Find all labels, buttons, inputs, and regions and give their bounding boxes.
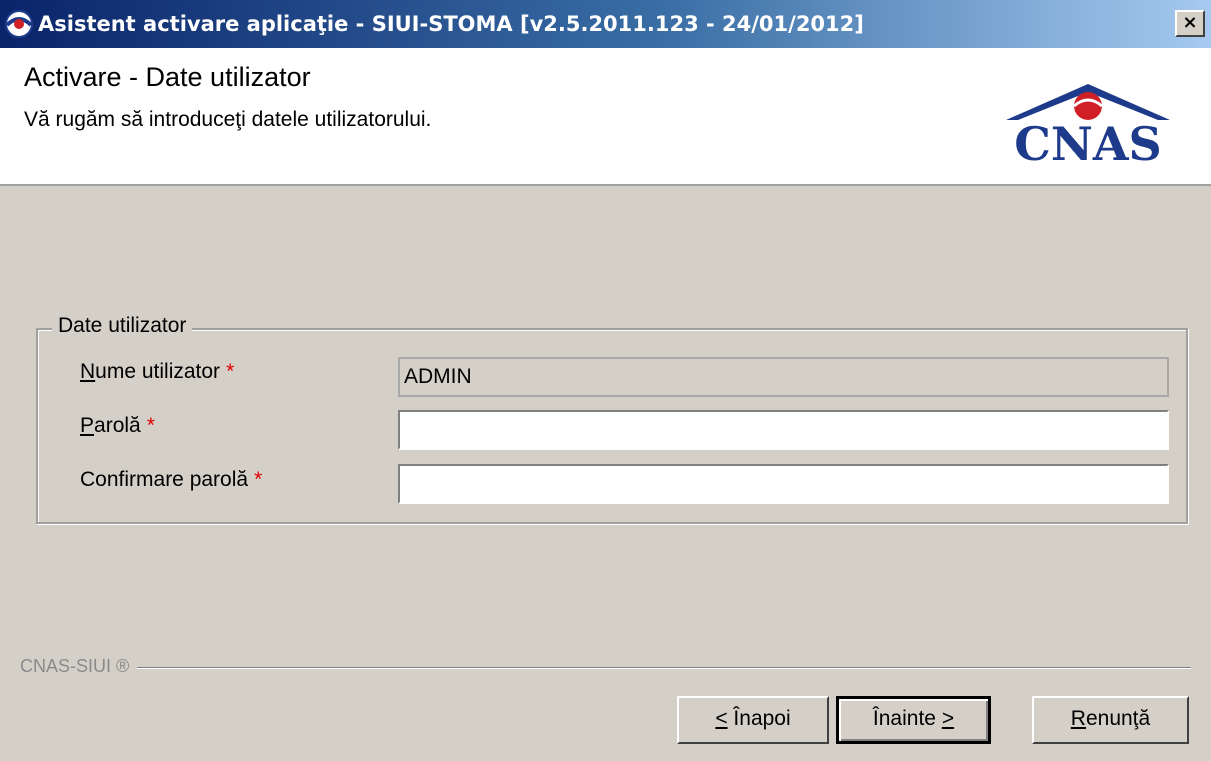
cnas-logo: CNAS bbox=[1006, 84, 1170, 166]
password-label: Parolă * bbox=[80, 414, 155, 438]
username-field[interactable] bbox=[398, 357, 1169, 397]
back-label: Înapoi bbox=[727, 707, 791, 730]
username-label: Nume utilizator * bbox=[80, 360, 234, 384]
username-label-mnemonic: N bbox=[80, 360, 96, 383]
cancel-button[interactable]: Renunţă bbox=[1032, 696, 1189, 744]
activation-wizard-window: Asistent activare aplicaţie - SIUI-STOMA… bbox=[0, 0, 1211, 761]
confirm-password-field[interactable] bbox=[398, 464, 1169, 504]
password-field[interactable] bbox=[398, 410, 1169, 450]
password-label-text: arolă bbox=[94, 414, 141, 437]
logo-text: CNAS bbox=[1014, 117, 1162, 166]
cancel-label: enunţă bbox=[1085, 707, 1151, 730]
username-label-text: ume utilizator bbox=[95, 360, 221, 383]
next-mnemonic: > bbox=[941, 707, 955, 730]
close-button[interactable]: × bbox=[1175, 10, 1205, 37]
window-title: Asistent activare aplicaţie - SIUI-STOMA… bbox=[38, 12, 864, 36]
required-marker: * bbox=[146, 414, 155, 437]
footer-brand: CNAS-SIUI ® bbox=[20, 656, 138, 677]
footer-divider bbox=[20, 667, 1191, 669]
next-label: Înainte bbox=[872, 707, 942, 730]
confirm-password-label: Confirmare parolă * bbox=[80, 468, 262, 492]
title-bar[interactable]: Asistent activare aplicaţie - SIUI-STOMA… bbox=[0, 0, 1211, 48]
confirm-password-label-text: Confirmare parolă bbox=[80, 468, 249, 491]
cancel-mnemonic: R bbox=[1070, 707, 1086, 730]
next-button[interactable]: Înainte > bbox=[836, 696, 991, 744]
page-title: Activare - Date utilizator bbox=[24, 62, 311, 92]
password-label-mnemonic: P bbox=[80, 414, 95, 437]
cnas-app-icon bbox=[5, 10, 33, 38]
required-marker: * bbox=[226, 360, 235, 383]
close-icon: × bbox=[1182, 12, 1198, 33]
wizard-header: Activare - Date utilizator Vă rugăm să i… bbox=[0, 48, 1211, 186]
page-subtitle: Vă rugăm să introduceţi datele utilizato… bbox=[24, 108, 432, 131]
group-legend: Date utilizator bbox=[52, 314, 193, 338]
back-button[interactable]: < Înapoi bbox=[677, 696, 829, 744]
back-mnemonic: < bbox=[715, 707, 728, 730]
required-marker: * bbox=[254, 468, 263, 491]
